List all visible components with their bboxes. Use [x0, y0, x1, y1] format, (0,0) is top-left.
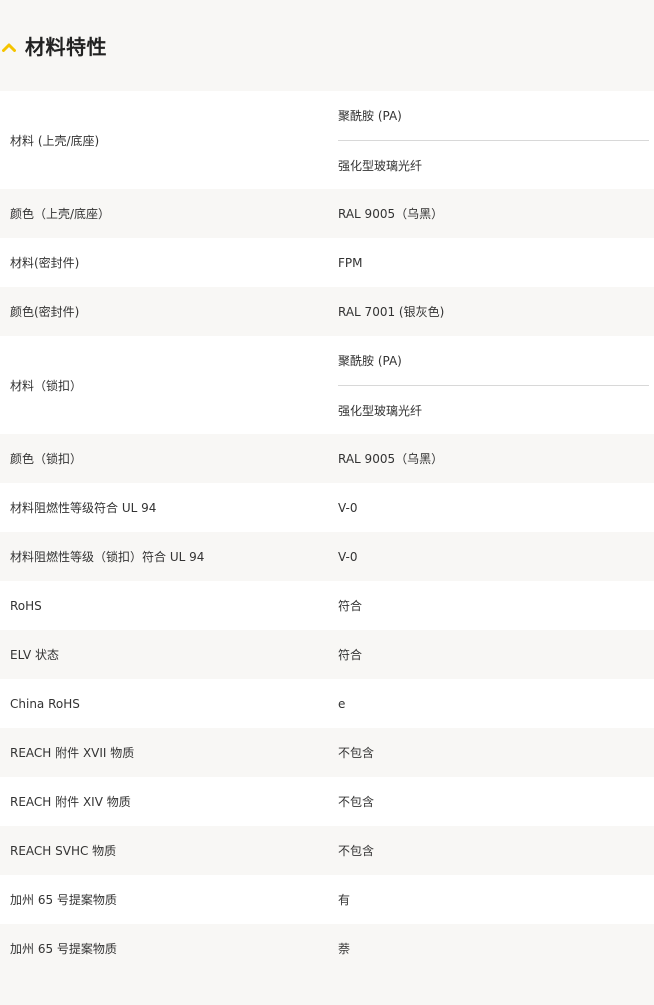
property-value: V-0 — [338, 500, 358, 515]
property-label: REACH SVHC 物质 — [10, 844, 117, 858]
property-value: 不包含 — [338, 844, 375, 858]
property-value: 不包含 — [338, 795, 375, 809]
table-row: 材料阻燃性等级（锁扣）符合 UL 94 V-0 — [0, 532, 654, 581]
property-label: 颜色（锁扣） — [10, 452, 83, 466]
property-values: 萘 — [338, 924, 654, 973]
property-label: 颜色（上壳/底座） — [10, 207, 111, 221]
table-row: 颜色（锁扣） RAL 9005（乌黑） — [0, 434, 654, 483]
property-values: V-0 — [338, 532, 654, 581]
property-values: RAL 7001 (银灰色) — [338, 287, 654, 336]
property-value: 强化型玻璃光纤 — [338, 140, 649, 189]
property-label: ELV 状态 — [10, 648, 59, 662]
property-value: RAL 7001 (银灰色) — [338, 305, 445, 319]
property-label: REACH 附件 XIV 物质 — [10, 795, 131, 809]
property-label: 材料阻燃性等级符合 UL 94 — [10, 501, 157, 515]
property-label: 材料阻燃性等级（锁扣）符合 UL 94 — [10, 550, 205, 564]
property-label: 材料(密封件) — [10, 256, 80, 270]
property-label: 加州 65 号提案物质 — [10, 942, 117, 956]
property-values: e — [338, 679, 654, 728]
property-value: 有 — [338, 893, 351, 907]
property-label: 颜色(密封件) — [10, 305, 80, 319]
properties-table: 材料 (上壳/底座) 聚酰胺 (PA) 强化型玻璃光纤 颜色（上壳/底座） RAL 90… — [0, 91, 654, 973]
chevron-up-icon[interactable] — [1, 39, 17, 55]
property-value: FPM — [338, 255, 363, 270]
property-value: 不包含 — [338, 746, 375, 760]
property-value: e — [338, 696, 346, 711]
property-label: RoHS — [10, 598, 42, 613]
property-values: RAL 9005（乌黑） — [338, 189, 654, 238]
property-value: 符合 — [338, 648, 363, 662]
table-row: 加州 65 号提案物质 有 — [0, 875, 654, 924]
property-label: China RoHS — [10, 696, 80, 711]
table-row: 材料(密封件) FPM — [0, 238, 654, 287]
property-value: 强化型玻璃光纤 — [338, 385, 649, 434]
property-values: 不包含 — [338, 728, 654, 777]
property-value: 萘 — [338, 942, 351, 956]
property-value: V-0 — [338, 549, 358, 564]
property-value: RAL 9005（乌黑） — [338, 452, 444, 466]
table-row: China RoHS e — [0, 679, 654, 728]
section-header-material-properties[interactable]: 材料特性 — [0, 0, 654, 91]
table-row: REACH 附件 XVII 物质 不包含 — [0, 728, 654, 777]
table-row: 材料（锁扣） 聚酰胺 (PA) 强化型玻璃光纤 — [0, 336, 654, 434]
property-values: 符合 — [338, 581, 654, 630]
table-row: 加州 65 号提案物质 萘 — [0, 924, 654, 973]
table-row: 材料阻燃性等级符合 UL 94 V-0 — [0, 483, 654, 532]
property-values: 符合 — [338, 630, 654, 679]
property-label: 材料（锁扣） — [10, 378, 83, 393]
property-label: 加州 65 号提案物质 — [10, 893, 117, 907]
table-row: REACH SVHC 物质 不包含 — [0, 826, 654, 875]
property-values: 聚酰胺 (PA) 强化型玻璃光纤 — [338, 336, 654, 434]
table-row: RoHS 符合 — [0, 581, 654, 630]
table-row: ELV 状态 符合 — [0, 630, 654, 679]
section-title: 材料特性 — [25, 35, 107, 59]
property-values: 不包含 — [338, 826, 654, 875]
table-row: REACH 附件 XIV 物质 不包含 — [0, 777, 654, 826]
property-values: 不包含 — [338, 777, 654, 826]
table-row: 材料 (上壳/底座) 聚酰胺 (PA) 强化型玻璃光纤 — [0, 91, 654, 189]
property-label: 材料 (上壳/底座) — [10, 133, 100, 148]
property-values: 聚酰胺 (PA) 强化型玻璃光纤 — [338, 91, 654, 189]
property-values: RAL 9005（乌黑） — [338, 434, 654, 483]
property-value: 聚酰胺 (PA) — [338, 354, 402, 368]
property-label: REACH 附件 XVII 物质 — [10, 746, 135, 760]
property-value: RAL 9005（乌黑） — [338, 207, 444, 221]
property-values: 有 — [338, 875, 654, 924]
property-values: V-0 — [338, 483, 654, 532]
property-values: FPM — [338, 238, 654, 287]
table-row: 颜色（上壳/底座） RAL 9005（乌黑） — [0, 189, 654, 238]
property-value: 符合 — [338, 599, 363, 613]
table-row: 颜色(密封件) RAL 7001 (银灰色) — [0, 287, 654, 336]
property-value: 聚酰胺 (PA) — [338, 109, 402, 123]
